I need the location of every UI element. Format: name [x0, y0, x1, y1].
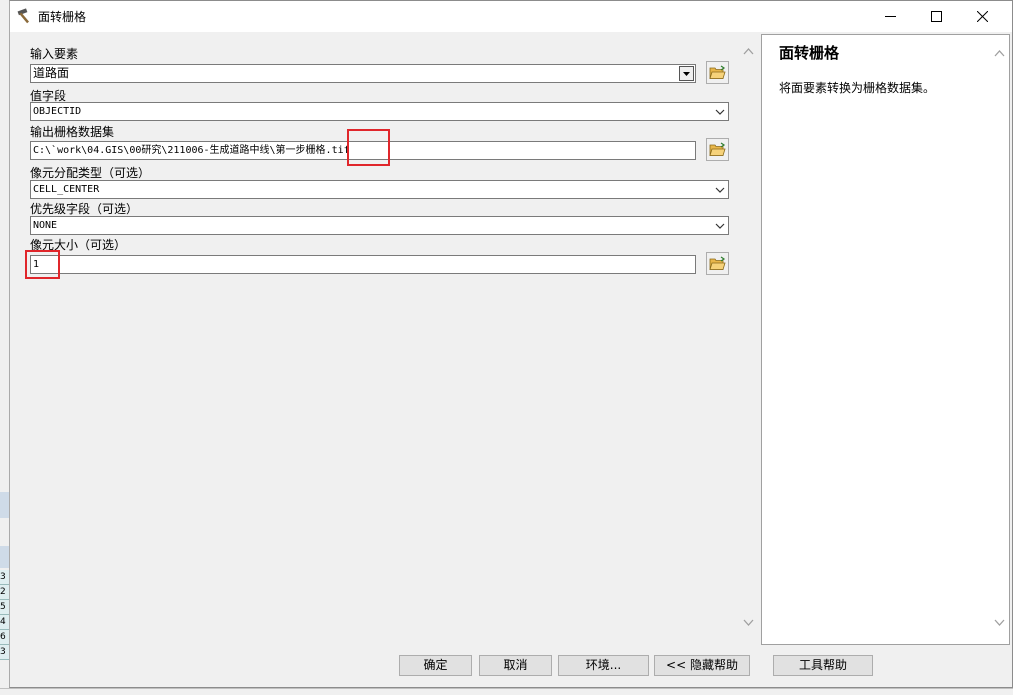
cell-assignment-label: 像元分配类型（可选）: [30, 166, 151, 180]
chevron-down-icon: [715, 109, 725, 115]
chevron-down-icon: [715, 223, 725, 229]
params-scrollbar[interactable]: [740, 41, 757, 637]
help-title: 面转栅格: [779, 44, 840, 62]
input-features-browse-button[interactable]: [706, 61, 729, 84]
cell-size-browse-button[interactable]: [706, 252, 729, 275]
cell-assignment-select[interactable]: CELL_CENTER: [30, 180, 729, 199]
environments-button[interactable]: 环境...: [558, 655, 649, 676]
scroll-down-icon[interactable]: [743, 619, 754, 627]
window-title: 面转栅格: [38, 10, 87, 24]
caret-down-icon: [683, 72, 690, 76]
chevron-down-icon: [715, 187, 725, 193]
cell-assignment-value: CELL_CENTER: [33, 184, 100, 195]
priority-field-label: 优先级字段（可选）: [30, 202, 139, 216]
maximize-button[interactable]: [913, 1, 959, 32]
value-field-select[interactable]: OBJECTID: [30, 102, 729, 121]
priority-field-select[interactable]: NONE: [30, 216, 729, 235]
hide-help-button[interactable]: << 隐藏帮助: [654, 655, 750, 676]
value-field-value: OBJECTID: [33, 106, 82, 117]
maximize-icon: [930, 11, 942, 22]
cancel-button[interactable]: 取消: [479, 655, 552, 676]
background-status-bar: [0, 688, 1013, 695]
title-bar[interactable]: 面转栅格: [10, 1, 1012, 32]
help-scrollbar[interactable]: [991, 43, 1008, 637]
input-features-label: 输入要素: [30, 47, 79, 61]
input-features-value: 道路面: [33, 66, 70, 80]
cell-size-highlight: [25, 250, 60, 279]
parameters-pane: 输入要素 道路面 值字段 OBJECTID 输出栅格数据集 C:\`work\0…: [11, 34, 760, 644]
scroll-up-icon[interactable]: [743, 47, 754, 55]
cell-size-input[interactable]: 1: [30, 255, 696, 274]
priority-field-value: NONE: [33, 220, 58, 231]
minimize-icon: [884, 16, 896, 17]
scroll-down-icon[interactable]: [994, 619, 1005, 627]
output-raster-value: C:\`work\04.GIS\00研究\211006-生成道路中线\第一步栅格…: [33, 145, 350, 156]
open-folder-icon: [709, 142, 726, 156]
open-folder-icon: [709, 256, 726, 270]
ok-button[interactable]: 确定: [399, 655, 472, 676]
output-raster-browse-button[interactable]: [706, 138, 729, 161]
help-description: 将面要素转换为栅格数据集。: [779, 81, 936, 95]
tool-help-button[interactable]: 工具帮助: [773, 655, 873, 676]
input-features-combobox[interactable]: 道路面: [30, 64, 696, 83]
minimize-button[interactable]: [867, 1, 913, 32]
polygon-to-raster-dialog: 面转栅格 输入要素 道路面 值字段 OBJECTID 输出栅格数据集 C:\`w…: [9, 0, 1013, 688]
open-folder-icon: [709, 65, 726, 79]
output-raster-label: 输出栅格数据集: [30, 125, 115, 139]
close-button[interactable]: [959, 1, 1005, 32]
help-pane: 面转栅格 将面要素转换为栅格数据集。: [761, 34, 1010, 645]
scroll-up-icon[interactable]: [994, 49, 1005, 57]
input-features-dropdown-button[interactable]: [679, 66, 694, 81]
tif-extension-highlight: [347, 129, 390, 166]
close-icon: [976, 11, 988, 22]
hammer-icon: [17, 8, 30, 24]
